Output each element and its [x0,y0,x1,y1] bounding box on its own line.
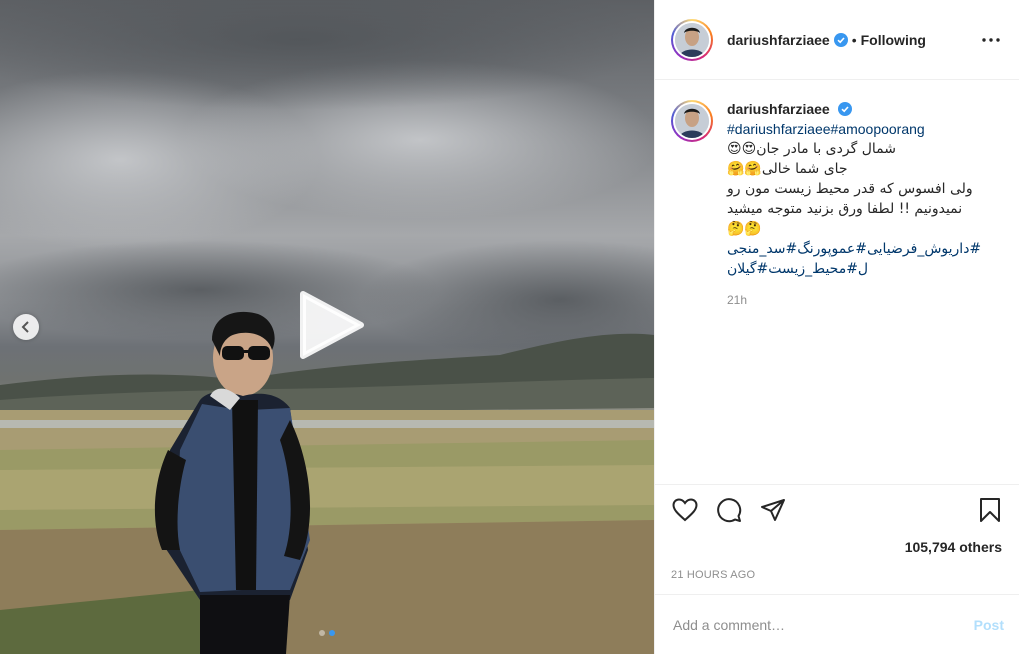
caption-line: 🤔🤔 [727,221,762,237]
likes-count[interactable]: 105,794 others [655,539,1019,555]
like-button[interactable] [671,496,699,524]
caption-avatar[interactable] [675,104,709,138]
share-button[interactable] [759,496,787,524]
caption-relative-time[interactable]: 21h [727,293,997,307]
verified-badge-icon [833,32,848,47]
share-icon [761,499,785,521]
post-side-panel: dariushfarziaee • Following dariushfarzi… [654,0,1019,654]
play-button[interactable] [295,290,365,360]
story-ring[interactable] [671,18,713,61]
save-button[interactable] [976,496,1004,524]
actions-section: 105,794 others 21 HOURS AGO [655,484,1019,581]
caption-line: شمال گردی با مادر جان😍😍 [727,141,896,157]
carousel-prev-button[interactable] [13,314,39,340]
verified-badge-icon [838,102,853,116]
caption: dariushfarziaee #dariushfarziaee#amoopoo… [671,100,1003,307]
carousel-dot-active [329,630,335,636]
header-separator: • [851,31,857,48]
comment-button[interactable] [715,496,743,524]
chevron-left-icon [21,321,29,333]
caption-hashtags[interactable]: #dariushfarziaee#amoopoorang [727,119,997,139]
caption-persian-hashtags[interactable]: ل#محیط_زیست#گیلان [727,259,997,279]
more-options-button[interactable] [979,28,1003,52]
header-username[interactable]: dariushfarziaee [727,32,830,48]
caption-persian-hashtags[interactable]: #داریوش_فرضیایی#عموپورنگ#سد_منجی [727,239,997,259]
play-icon [300,291,364,359]
caption-line: نمیدونیم !! لطفا ورق بزنید متوجه میشید [727,201,963,217]
caption-line: ولی افسوس که قدر محیط زیست مون رو [727,181,973,197]
comment-icon [717,498,742,523]
caption-line: جای شما خالی🤗🤗 [727,161,848,177]
caption-story-ring[interactable] [671,100,713,142]
carousel-indicator [0,630,654,636]
post-header: dariushfarziaee • Following [655,0,1019,80]
post-comment-button[interactable]: Post [974,617,1004,633]
post-media[interactable] [0,0,654,654]
comment-bar: Post [655,594,1019,654]
heart-icon [672,498,698,522]
caption-username[interactable]: dariushfarziaee [727,101,830,117]
comment-input[interactable] [671,615,974,634]
carousel-dot [319,630,325,636]
more-icon [982,37,1000,42]
bookmark-icon [980,498,1000,522]
avatar[interactable] [675,22,709,57]
post-timestamp[interactable]: 21 HOURS AGO [655,569,1019,581]
following-button[interactable]: Following [861,32,926,48]
